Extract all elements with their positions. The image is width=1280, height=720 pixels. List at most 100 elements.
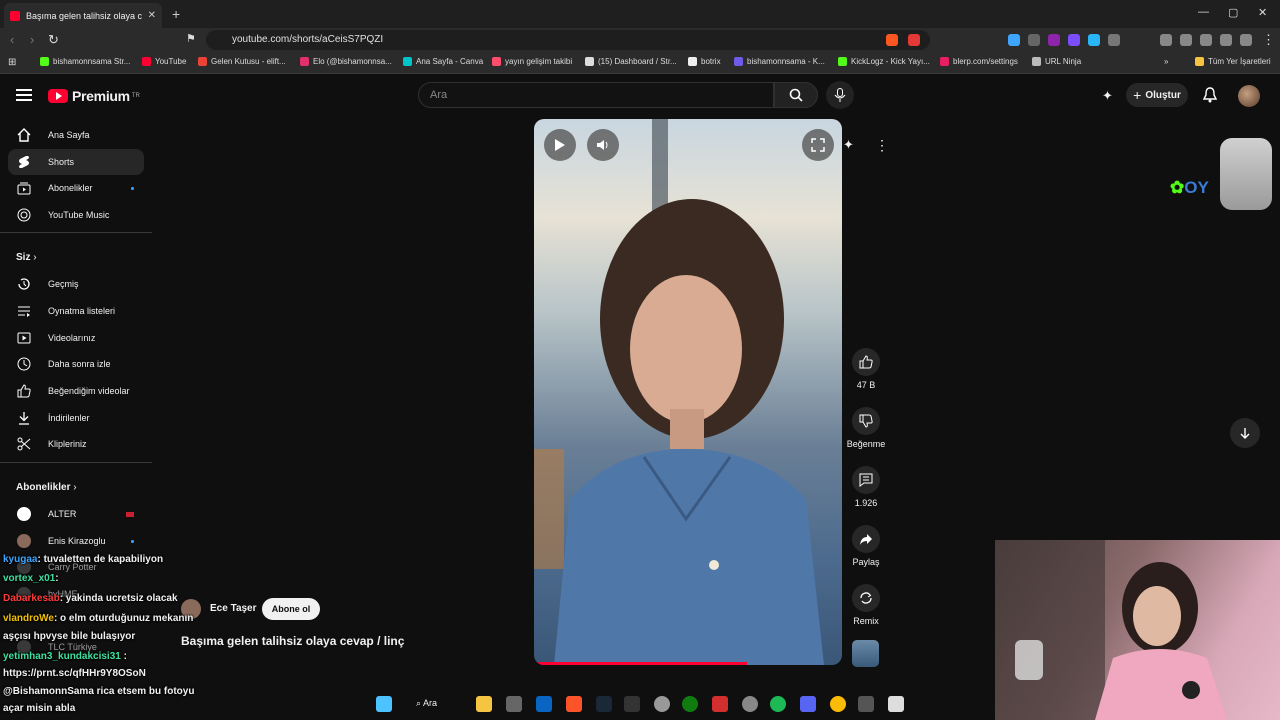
bookmark-item[interactable]: blerp.com/settings <box>940 57 1018 66</box>
voice-search-button[interactable] <box>826 81 854 109</box>
remix-button[interactable]: Remix <box>846 584 886 626</box>
sidebar-channel-enis-kirazoglu[interactable]: Enis Kirazoglu <box>8 528 144 554</box>
share-button[interactable]: Paylaş <box>846 525 886 567</box>
mute-button[interactable] <box>587 129 619 161</box>
search-button[interactable] <box>774 82 818 108</box>
app-icon[interactable] <box>742 696 758 712</box>
sidebar-item-clips[interactable]: Klipleriniz <box>8 431 144 457</box>
extension-icon[interactable] <box>1048 34 1060 46</box>
xbox-icon[interactable] <box>682 696 698 712</box>
capcut-icon[interactable] <box>888 696 904 712</box>
more-options-icon[interactable]: ⋮ <box>875 137 889 154</box>
sidebar-item-youtube-music[interactable]: YouTube Music <box>8 202 144 228</box>
brave-shield-icon[interactable] <box>886 34 898 46</box>
brave-browser-icon[interactable] <box>566 696 582 712</box>
gemini-sparkle-icon[interactable]: ✦ <box>843 137 854 153</box>
sidebar-channel-alter[interactable]: ALTER <box>8 501 144 527</box>
youtube-logo[interactable]: Premium TR <box>48 88 140 104</box>
sidebar-item-playlists[interactable]: Oynatma listeleri <box>8 298 144 324</box>
all-bookmarks[interactable]: Tüm Yer İşaretleri <box>1195 57 1271 66</box>
you-section-header[interactable]: Siz › <box>16 252 37 263</box>
bookmark-item[interactable]: KickLogz - Kick Yayı... <box>838 57 930 66</box>
bookmark-item[interactable]: bishamonnsama Str... <box>40 57 130 66</box>
sidebar-item-your-videos[interactable]: Videolarınız <box>8 325 144 351</box>
obs-icon[interactable] <box>654 696 670 712</box>
bookmark-item[interactable]: botrix <box>688 57 721 66</box>
bookmark-item[interactable]: Ana Sayfa - Canva <box>403 57 483 66</box>
minimize-button[interactable]: — <box>1198 6 1209 18</box>
forward-button[interactable]: › <box>30 32 34 47</box>
bookmark-item[interactable]: Gelen Kutusu - elift... <box>198 57 286 66</box>
next-short-button[interactable] <box>1230 418 1260 448</box>
sidebar-item-home[interactable]: Ana Sayfa <box>8 122 144 148</box>
bookmark-icon[interactable]: ⚑ <box>186 32 196 45</box>
subscriptions-section-header[interactable]: Abonelikler › <box>16 482 77 493</box>
chrome-icon[interactable] <box>830 696 846 712</box>
taskbar-search[interactable]: ⌕ Ara <box>416 698 437 709</box>
extension-icon[interactable] <box>1008 34 1020 46</box>
browser-tab[interactable]: Başıma gelen talihsiz olaya cevap / linç… <box>4 3 162 28</box>
sidebar-item-history[interactable]: Geçmiş <box>8 271 144 297</box>
steam-icon[interactable] <box>596 696 612 712</box>
sidebar-item-subscriptions[interactable]: Abonelikler <box>8 175 144 201</box>
channel-name[interactable]: Ece Taşer <box>210 603 257 614</box>
sound-thumbnail[interactable] <box>852 640 879 667</box>
sidebar-item-shorts[interactable]: Shorts <box>8 149 144 175</box>
close-window-button[interactable]: ✕ <box>1258 6 1267 19</box>
new-tab-button[interactable]: + <box>172 6 180 22</box>
create-button[interactable]: + Oluştur <box>1126 83 1188 107</box>
short-title[interactable]: Başıma gelen talihsiz olaya cevap / linç <box>181 634 404 648</box>
close-tab-icon[interactable]: ✕ <box>148 10 156 21</box>
epic-games-icon[interactable] <box>624 696 640 712</box>
bookmark-item[interactable]: YouTube <box>142 57 186 66</box>
sidebar-icon[interactable] <box>1180 34 1192 46</box>
app-icon[interactable] <box>712 696 728 712</box>
account-avatar[interactable] <box>1238 85 1260 107</box>
like-button[interactable]: 47 B <box>846 348 886 390</box>
dislike-button[interactable]: Beğenme <box>846 407 886 449</box>
bookmark-item[interactable]: Elo (@bishamonnsa... <box>300 57 392 66</box>
search-input[interactable]: Ara <box>418 82 774 108</box>
gemini-sparkle-icon[interactable]: ✦ <box>1102 88 1113 104</box>
windows-start-icon[interactable] <box>376 696 392 712</box>
url-input[interactable]: youtube.com/shorts/aCeisS7PQZI <box>206 30 930 50</box>
spotify-icon[interactable] <box>770 696 786 712</box>
hamburger-menu-icon[interactable] <box>16 88 32 107</box>
discord-icon[interactable] <box>800 696 816 712</box>
wallet-icon[interactable] <box>1200 34 1212 46</box>
extension-icon[interactable] <box>1088 34 1100 46</box>
extension-icon[interactable] <box>1068 34 1080 46</box>
thumbs-up-icon <box>859 355 873 369</box>
subscribe-button[interactable]: Abone ol <box>262 598 320 620</box>
bookmark-item[interactable]: bishamonnsama - K... <box>734 57 825 66</box>
media-icon[interactable] <box>1160 34 1172 46</box>
extension-icon[interactable] <box>1028 34 1040 46</box>
app-icon[interactable] <box>858 696 874 712</box>
apps-icon[interactable]: ⊞ <box>8 57 16 68</box>
menu-icon[interactable]: ⋮ <box>1262 32 1275 48</box>
sidebar-item-downloads[interactable]: İndirilenler <box>8 405 144 431</box>
video-progress-bar[interactable] <box>534 662 747 665</box>
short-video-player[interactable] <box>534 119 842 665</box>
sidebar-item-watch-later[interactable]: Daha sonra izle <box>8 351 144 377</box>
windows-taskbar: ⌕ Ara <box>370 690 910 720</box>
brave-rewards-icon[interactable] <box>908 34 920 46</box>
store-icon[interactable] <box>506 696 522 712</box>
mail-icon[interactable] <box>536 696 552 712</box>
bookmark-item[interactable]: (15) Dashboard / Str... <box>585 57 677 66</box>
leo-icon[interactable] <box>1220 34 1232 46</box>
file-explorer-icon[interactable] <box>476 696 492 712</box>
maximize-button[interactable]: ▢ <box>1228 6 1238 19</box>
back-button[interactable]: ‹ <box>10 32 14 47</box>
notifications-bell-icon[interactable] <box>1202 87 1218 108</box>
sidebar-item-liked-videos[interactable]: Beğendiğim videolar <box>8 378 144 404</box>
play-button[interactable] <box>544 129 576 161</box>
vpn-icon[interactable] <box>1240 34 1252 46</box>
comments-button[interactable]: 1.926 <box>846 466 886 508</box>
more-bookmarks-icon[interactable]: » <box>1164 57 1168 66</box>
bookmark-item[interactable]: yayın gelişim takibi <box>492 57 572 66</box>
reload-button[interactable]: ↻ <box>48 32 59 48</box>
fullscreen-button[interactable] <box>802 129 834 161</box>
bookmark-item[interactable]: URL Ninja <box>1032 57 1081 66</box>
extensions-puzzle-icon[interactable] <box>1108 34 1120 46</box>
